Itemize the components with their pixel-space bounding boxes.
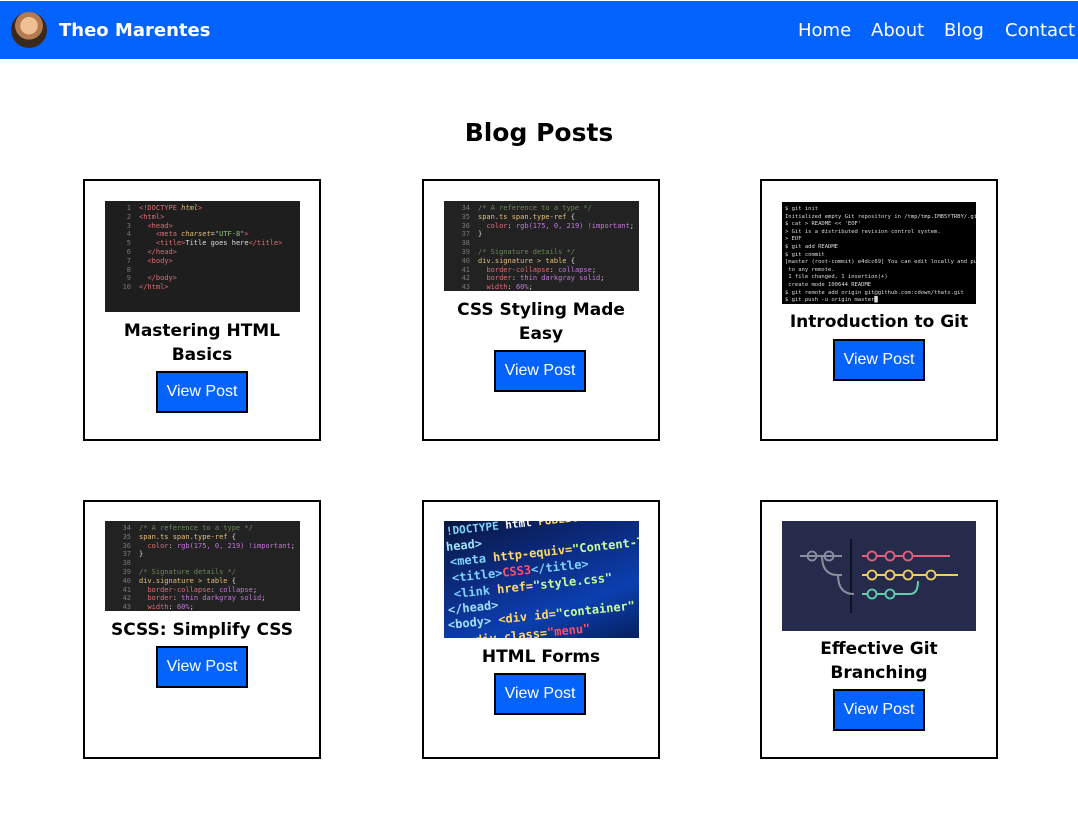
post-thumbnail: !DOCTYPE html PUBLIC "-//W3C//DTD head> … <box>444 521 639 638</box>
view-post-button[interactable]: View Post <box>156 646 248 688</box>
nav-link-home[interactable]: Home <box>798 20 851 42</box>
nav-link-contact[interactable]: Contact <box>1005 20 1075 42</box>
page-title: Blog Posts <box>464 118 614 147</box>
view-post-button[interactable]: View Post <box>833 339 925 381</box>
post-title: Effective Git Branching <box>820 639 938 683</box>
navbar: Theo Marentes Home About Blog Contact <box>0 1 1078 59</box>
post-title: CSS Styling Made Easy <box>457 300 625 344</box>
post-title: Introduction to Git <box>789 312 969 332</box>
post-title: Mastering HTML Basics <box>123 321 281 365</box>
nav-link-about[interactable]: About <box>871 20 924 42</box>
view-post-button[interactable]: View Post <box>494 350 586 392</box>
post-thumbnail: 34/* A reference to a type */ 35 span.ts … <box>105 521 300 611</box>
nav-link-blog[interactable]: Blog <box>944 20 984 42</box>
brand-name[interactable]: Theo Marentes <box>59 20 210 42</box>
post-thumbnail: 34/* A reference to a type */ 35 span.ts … <box>444 201 639 291</box>
view-post-button[interactable]: View Post <box>494 673 586 715</box>
post-card: 1 <!DOCTYPE html> 2 <html> 3 <head> 4 <met… <box>83 179 321 441</box>
avatar[interactable] <box>11 12 47 48</box>
post-card: 34/* A reference to a type */ 35 span.ts … <box>83 500 321 759</box>
post-thumbnail <box>782 521 976 631</box>
post-card: $ git init Initialized empty Git reposit… <box>760 179 998 441</box>
git-branch-icon <box>800 539 958 613</box>
post-thumbnail: $ git init Initialized empty Git reposit… <box>782 202 976 304</box>
post-card: 34/* A reference to a type */ 35 span.ts … <box>422 179 660 441</box>
post-title: HTML Forms <box>481 647 601 667</box>
post-card: Effective Git Branching View Post <box>760 500 998 759</box>
view-post-button[interactable]: View Post <box>833 689 925 731</box>
post-title: SCSS: Simplify CSS <box>111 620 293 640</box>
view-post-button[interactable]: View Post <box>156 371 248 413</box>
post-card: !DOCTYPE html PUBLIC "-//W3C//DTD head> … <box>422 500 660 759</box>
post-thumbnail: 1 <!DOCTYPE html> 2 <html> 3 <head> 4 <met… <box>105 201 300 312</box>
